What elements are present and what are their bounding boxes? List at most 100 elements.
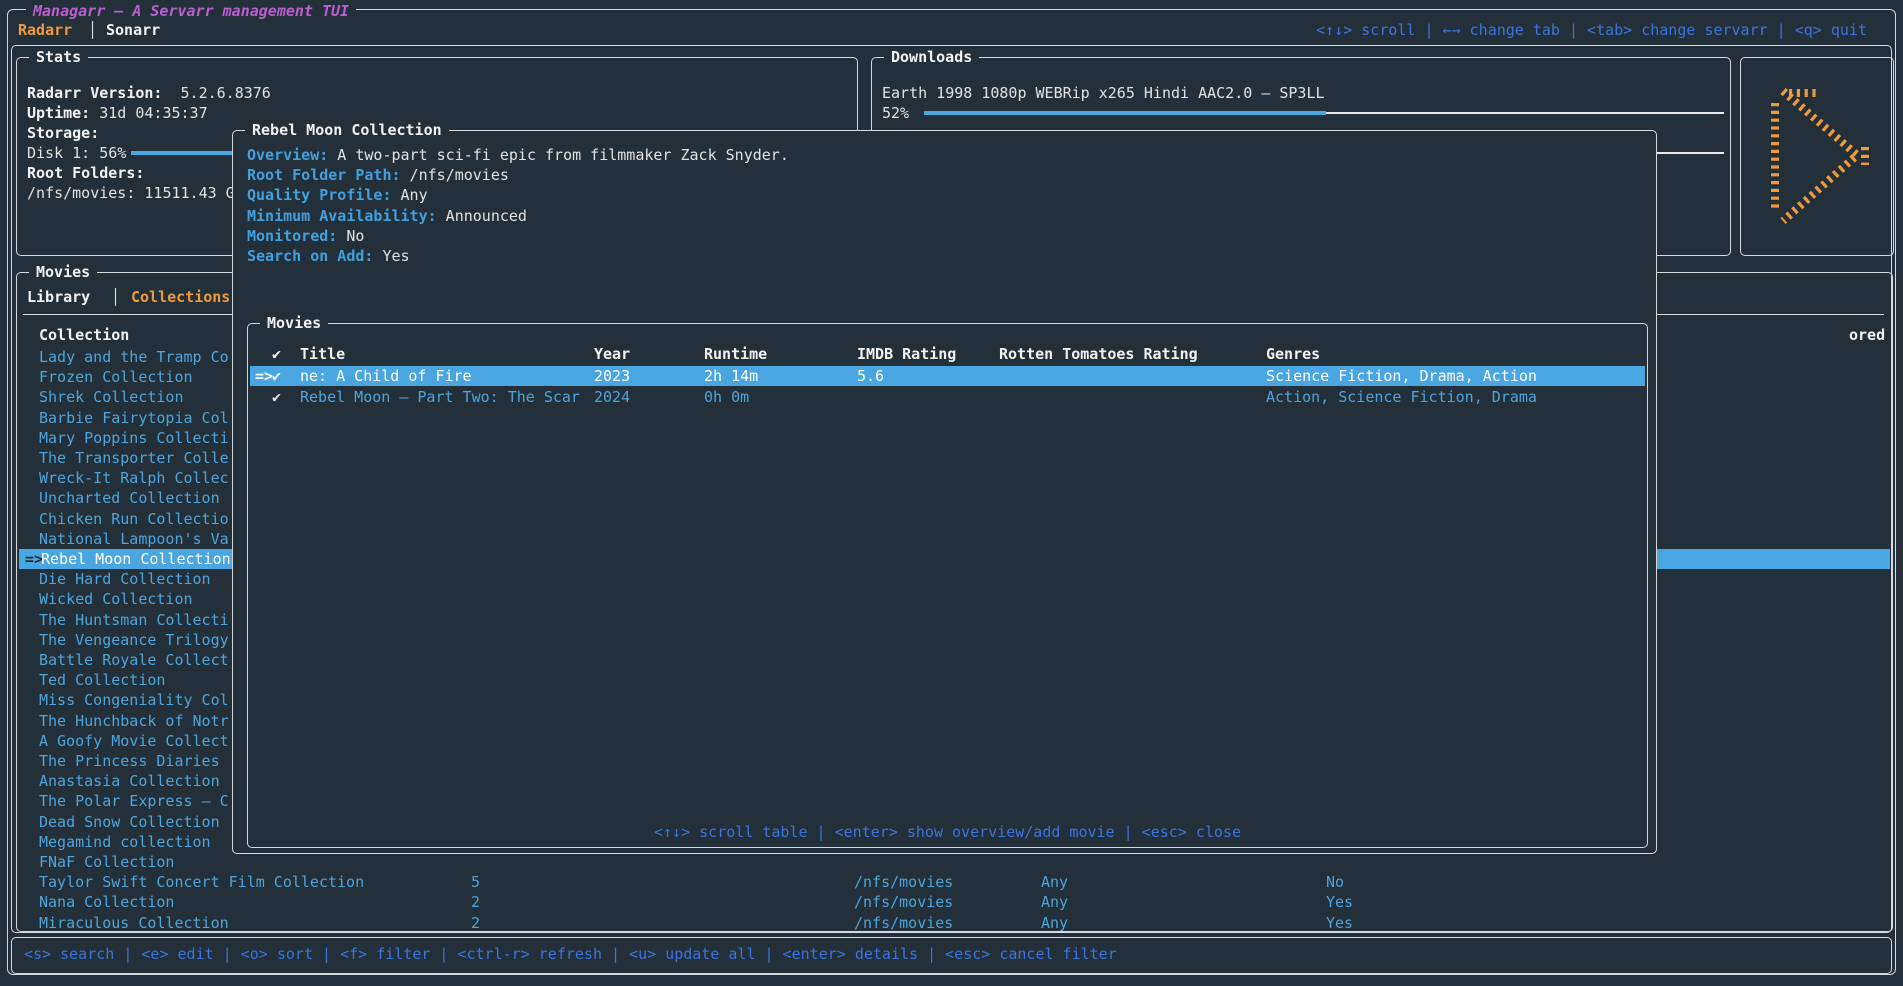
download-progress-remainder <box>1326 112 1724 114</box>
version-value: 5.2.6.8376 <box>162 84 270 102</box>
collection-name: A Goofy Movie Collect <box>39 731 229 751</box>
monitored-value: Yes <box>1326 913 1353 933</box>
collection-name: The Princess Diaries <box>39 751 220 771</box>
stats-uptime-line: Uptime: 31d 04:35:37 <box>27 103 208 123</box>
collection-name: Battle Royale Collect <box>39 650 229 670</box>
collection-name: Wreck-It Ralph Collec <box>39 468 229 488</box>
movie-count: 2 <box>471 892 480 912</box>
collection-details-modal: Rebel Moon Collection Overview: A two-pa… <box>232 130 1657 854</box>
uptime-label: Uptime: <box>27 104 90 122</box>
quality-profile: Any <box>1041 872 1068 892</box>
collection-name: Anastasia Collection <box>39 771 220 791</box>
field-value: No <box>337 227 364 245</box>
quality-profile: Any <box>1041 892 1068 912</box>
root-folder-path: /nfs/movies <box>854 892 953 912</box>
field-label: Overview: <box>247 146 328 164</box>
collection-name: Megamind collection <box>39 832 211 852</box>
collection-name: Rebel Moon Collection <box>41 549 231 569</box>
collection-name: The Polar Express – C <box>39 791 229 811</box>
logo-panel <box>1740 57 1894 256</box>
version-label: Radarr Version: <box>27 84 162 102</box>
collection-name: Shrek Collection <box>39 387 184 407</box>
cell-check: ✔ <box>272 387 281 407</box>
field-value: A two-part sci-fi epic from filmmaker Za… <box>328 146 789 164</box>
collection-row[interactable]: Miraculous Collection2/nfs/moviesAnyYes <box>17 913 1892 933</box>
header-title: Title <box>300 344 345 364</box>
field-minimum-availability: Minimum Availability: Announced <box>247 206 527 226</box>
root-folder-path: /nfs/movies <box>854 872 953 892</box>
collection-name: Dead Snow Collection <box>39 812 220 832</box>
download-progress-filled <box>924 111 1326 115</box>
header-year: Year <box>594 344 630 364</box>
collection-row[interactable]: Taylor Swift Concert Film Collection 5/nf… <box>17 872 1892 892</box>
header-genres: Genres <box>1266 344 1320 364</box>
uptime-value: 31d 04:35:37 <box>90 104 207 122</box>
collection-name: Taylor Swift Concert Film Collection <box>39 872 364 892</box>
field-monitored: Monitored: No <box>247 226 364 246</box>
disk-usage-label: Disk 1: 56% <box>27 143 126 163</box>
root-folder-value: /nfs/movies: 11511.43 GB <box>27 183 244 203</box>
app-title: Managarr – A Servarr management TUI <box>26 1 356 21</box>
header-check: ✔ <box>272 344 281 364</box>
collection-name: Nana Collection <box>39 892 174 912</box>
field-label: Quality Profile: <box>247 186 392 204</box>
collection-name: Frozen Collection <box>39 367 193 387</box>
collection-name: Uncharted Collection <box>39 488 220 508</box>
table-header-row: ✔ Title Year Runtime IMDB Rating Rotten … <box>250 344 1645 364</box>
field-value: /nfs/movies <box>401 166 509 184</box>
modal-movies-table: Movies ✔ Title Year Runtime IMDB Rating … <box>247 323 1648 848</box>
collection-row[interactable]: Nana Collection 2/nfs/movies Any Yes <box>17 892 1892 912</box>
collection-name: Lady and the Tramp Co <box>39 347 229 367</box>
header-rotten-tomatoes-rating: Rotten Tomatoes Rating <box>999 344 1198 364</box>
tab-sonarr[interactable]: Sonarr <box>106 20 160 40</box>
cell-year: 2024 <box>594 387 630 407</box>
table-row[interactable]: ✔ Rebel Moon – Part Two: The Scar 2024 0… <box>250 387 1645 407</box>
storage-label: Storage: <box>27 123 99 143</box>
tab-radarr[interactable]: Radarr <box>18 20 72 40</box>
collection-name: FNaF Collection <box>39 852 174 872</box>
collection-name: Barbie Fairytopia Col <box>39 408 229 428</box>
collection-name: Mary Poppins Collecti <box>39 428 229 448</box>
downloads-panel-title: Downloads <box>884 47 979 67</box>
field-root-folder: Root Folder Path: /nfs/movies <box>247 165 509 185</box>
collection-name: Miraculous Collection <box>39 913 229 933</box>
download-item-name: Earth 1998 1080p WEBRip x265 Hindi AAC2.… <box>882 83 1325 103</box>
collection-name: The Hunchback of Notr <box>39 711 229 731</box>
field-value: Yes <box>373 247 409 265</box>
top-keybind-hints: <↑↓> scroll | ←→ change tab | <tab> chan… <box>1316 20 1867 40</box>
field-label: Search on Add: <box>247 247 373 265</box>
movie-count: 5 <box>471 872 480 892</box>
collection-name: Ted Collection <box>39 670 165 690</box>
header-runtime: Runtime <box>704 344 767 364</box>
field-label: Minimum Availability: <box>247 207 437 225</box>
modal-movies-table-title: Movies <box>260 313 328 333</box>
help-bar: <s> search | <e> edit | <o> sort | <f> f… <box>11 937 1892 974</box>
collection-name: Chicken Run Collectio <box>39 509 229 529</box>
collection-name: Die Hard Collection <box>39 569 211 589</box>
cell-imdb-rating: 5.6 <box>857 366 884 386</box>
cell-year: 2023 <box>594 366 630 386</box>
download-percent-label: 52% <box>882 103 909 123</box>
root-folder-path: /nfs/movies <box>854 913 953 933</box>
monitored-value: Yes <box>1326 892 1353 912</box>
field-value: Announced <box>437 207 527 225</box>
cell-runtime: 0h 0m <box>704 387 749 407</box>
cell-genres: Action, Science Fiction, Drama <box>1266 387 1537 407</box>
collection-row[interactable]: FNaF Collection <box>17 852 1892 872</box>
field-label: Root Folder Path: <box>247 166 401 184</box>
header-imdb-rating: IMDB Rating <box>857 344 956 364</box>
monitored-value: No <box>1326 872 1344 892</box>
help-keybind-hints: <s> search | <e> edit | <o> sort | <f> f… <box>24 944 1117 964</box>
cell-genres: Science Fiction, Drama, Action <box>1266 366 1537 386</box>
table-row[interactable]: => ✔ ne: A Child of Fire 2023 2h 14m 5.6… <box>250 366 1645 386</box>
field-quality-profile: Quality Profile: Any <box>247 185 428 205</box>
root-folders-label: Root Folders: <box>27 163 144 183</box>
modal-title: Rebel Moon Collection <box>245 120 449 140</box>
modal-keybind-hints: <↑↓> scroll table | <enter> show overvie… <box>248 822 1647 842</box>
field-label: Monitored: <box>247 227 337 245</box>
collection-name: The Transporter Colle <box>39 448 229 468</box>
collection-name: The Vengeance Trilogy <box>39 630 229 650</box>
field-overview: Overview: A two-part sci-fi epic from fi… <box>247 145 789 165</box>
cell-title: Rebel Moon – Part Two: The Scar <box>300 387 580 407</box>
collection-name: The Huntsman Collecti <box>39 610 229 630</box>
